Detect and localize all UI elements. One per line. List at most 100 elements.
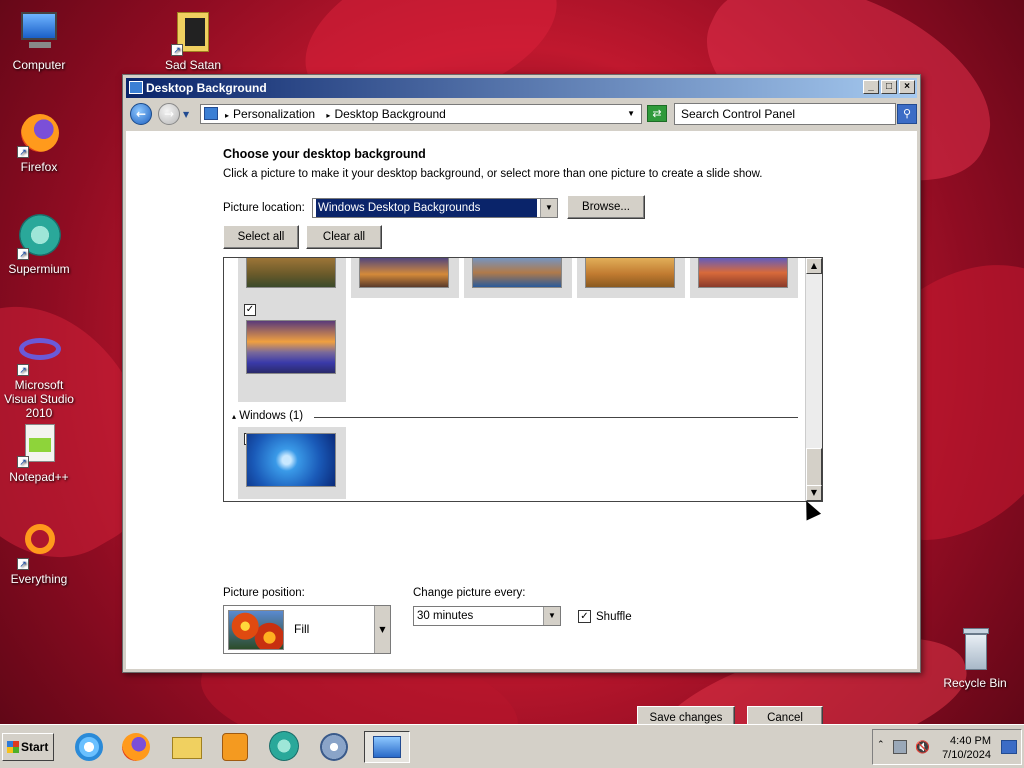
shortcut-arrow-icon: ↗: [17, 456, 29, 468]
shuffle-label: Shuffle: [596, 611, 632, 623]
shortcut-arrow-icon: ↗: [17, 364, 29, 376]
desktop-icon-supermium[interactable]: ↗ Supermium: [0, 212, 78, 276]
desktop-background-window: Desktop Background _ □ × ← → ▼ ▸ Personal…: [122, 74, 921, 730]
computer-icon: [15, 8, 63, 56]
scroll-up-icon[interactable]: ▲: [806, 258, 822, 274]
group-header-label: Windows (1): [239, 410, 304, 422]
chevron-down-icon[interactable]: ▼: [543, 607, 560, 625]
shortcut-arrow-icon: ↗: [17, 558, 29, 570]
select-all-button[interactable]: Select all: [223, 225, 299, 249]
wallpaper-thumbnail[interactable]: [464, 258, 572, 298]
desktop-icon-firefox[interactable]: ↗ Firefox: [0, 110, 78, 174]
thumbnail-image: [246, 433, 336, 487]
clock-time: 4:40 PM: [950, 735, 991, 747]
search-icon[interactable]: ⚲: [897, 104, 917, 124]
control-panel-icon: [129, 81, 143, 94]
desktop-icon-everything[interactable]: ↗ Everything: [0, 522, 78, 586]
chevron-down-icon[interactable]: ▼: [540, 199, 557, 217]
address-bar[interactable]: ▸ Personalization ▸ Desktop Background ▼: [200, 104, 642, 124]
content-area: Choose your desktop background Click a p…: [126, 131, 917, 730]
control-panel-icon: [373, 736, 401, 758]
taskbar-internet-explorer[interactable]: [70, 731, 106, 763]
breadcrumb-desktop-background[interactable]: Desktop Background: [334, 107, 445, 121]
desktop-icon-sad-satan[interactable]: ↗ Sad Satan: [154, 8, 232, 72]
breadcrumb-separator-icon: ▸: [326, 111, 331, 120]
picture-location-value: Windows Desktop Backgrounds: [316, 199, 537, 217]
desktop-icon-recycle-bin[interactable]: Recycle Bin: [936, 626, 1014, 690]
search-input[interactable]: Search Control Panel: [674, 103, 896, 125]
media-center-icon: [320, 733, 348, 761]
network-icon[interactable]: [893, 740, 907, 754]
clear-all-button[interactable]: Clear all: [306, 225, 382, 249]
shuffle-checkbox[interactable]: ✓: [578, 610, 591, 623]
folder-icon: ↗: [169, 8, 217, 56]
supermium-icon: [269, 731, 299, 761]
taskbar-supermium[interactable]: [266, 731, 302, 763]
thumbnail-image: [359, 258, 449, 288]
scrollbar-thumb[interactable]: [806, 448, 822, 488]
picture-position-select[interactable]: Fill ▼: [223, 605, 391, 654]
picture-position-label: Picture position:: [223, 587, 305, 599]
internet-explorer-icon: [75, 733, 103, 761]
wallpaper-thumbnail[interactable]: [577, 258, 685, 298]
browse-button[interactable]: Browse...: [567, 195, 645, 219]
windows-logo-icon: [7, 741, 19, 753]
wallpaper-thumbnail-windows[interactable]: ✓: [238, 427, 346, 499]
taskbar-media-center[interactable]: [316, 731, 352, 763]
change-picture-value: 30 minutes: [417, 610, 474, 622]
gallery-scrollbar[interactable]: ▲ ▼: [805, 258, 822, 501]
collapse-arrow-icon[interactable]: ▴: [232, 412, 236, 421]
control-panel-small-icon: [204, 107, 218, 120]
forward-button[interactable]: →: [158, 103, 180, 125]
desktop-icon-label: Everything: [10, 572, 68, 586]
start-button[interactable]: Start: [2, 733, 54, 761]
wallpaper-thumbnail[interactable]: [690, 258, 798, 298]
thumbnail-image: [698, 258, 788, 288]
taskbar-media-player[interactable]: [216, 731, 252, 763]
chevron-down-icon[interactable]: ▼: [374, 606, 390, 653]
show-desktop-icon[interactable]: [1001, 740, 1017, 754]
firefox-icon: [122, 733, 150, 761]
system-clock[interactable]: 4:40 PM 7/10/2024: [942, 734, 991, 762]
window-title: Desktop Background: [146, 81, 267, 95]
notepadpp-icon: ↗: [15, 420, 63, 468]
wallpaper-thumbnail[interactable]: [238, 258, 346, 298]
close-button[interactable]: ×: [899, 80, 915, 94]
recent-pages-chevron-icon[interactable]: ▼: [183, 110, 189, 119]
breadcrumb-separator-icon: ▸: [225, 111, 230, 120]
desktop-icon-notepadpp[interactable]: ↗ Notepad++: [0, 420, 78, 484]
taskbar-control-panel[interactable]: [364, 731, 410, 763]
folder-icon: [172, 737, 202, 759]
desktop-icon-label: Recycle Bin: [943, 676, 1007, 690]
taskbar-explorer[interactable]: [168, 731, 204, 763]
maximize-button[interactable]: □: [881, 80, 897, 94]
desktop-icon-label: Supermium: [8, 262, 70, 276]
back-button[interactable]: ←: [130, 103, 152, 125]
wallpaper-thumbnail[interactable]: [351, 258, 459, 298]
shortcut-arrow-icon: ↗: [171, 44, 183, 56]
address-dropdown-icon[interactable]: ▼: [627, 105, 635, 123]
refresh-button[interactable]: ⇄: [647, 105, 667, 122]
navigation-bar: ← → ▼ ▸ Personalization ▸ Desktop Backgrou…: [126, 100, 917, 128]
shortcut-arrow-icon: ↗: [17, 146, 29, 158]
minimize-button[interactable]: _: [863, 80, 879, 94]
recycle-bin-icon: [951, 626, 999, 674]
desktop-icon-computer[interactable]: Computer: [0, 8, 78, 72]
thumbnail-image: [585, 258, 675, 288]
title-bar[interactable]: Desktop Background _ □ ×: [126, 78, 917, 98]
desktop-icon-visual-studio[interactable]: ↗ Microsoft Visual Studio 2010: [0, 328, 78, 420]
firefox-icon: ↗: [15, 110, 63, 158]
show-hidden-icons-icon[interactable]: ⌃: [877, 740, 885, 750]
change-picture-select[interactable]: 30 minutes ▼: [413, 606, 561, 626]
thumbnail-image: [246, 258, 336, 288]
thumbnail-checkbox[interactable]: ✓: [244, 304, 256, 316]
picture-location-label: Picture location:: [223, 202, 305, 214]
group-header-windows[interactable]: ▴ Windows (1): [232, 410, 798, 422]
taskbar-firefox[interactable]: [118, 731, 154, 763]
volume-muted-icon[interactable]: 🔇: [915, 740, 930, 754]
breadcrumb-personalization[interactable]: Personalization: [233, 107, 315, 121]
picture-gallery: ✓ ▴ Windows (1) ✓ ▲ ▼: [223, 257, 823, 502]
wallpaper-thumbnail-selected[interactable]: ✓: [238, 298, 346, 402]
everything-icon: ↗: [15, 522, 63, 570]
picture-location-select[interactable]: Windows Desktop Backgrounds ▼: [312, 198, 558, 218]
